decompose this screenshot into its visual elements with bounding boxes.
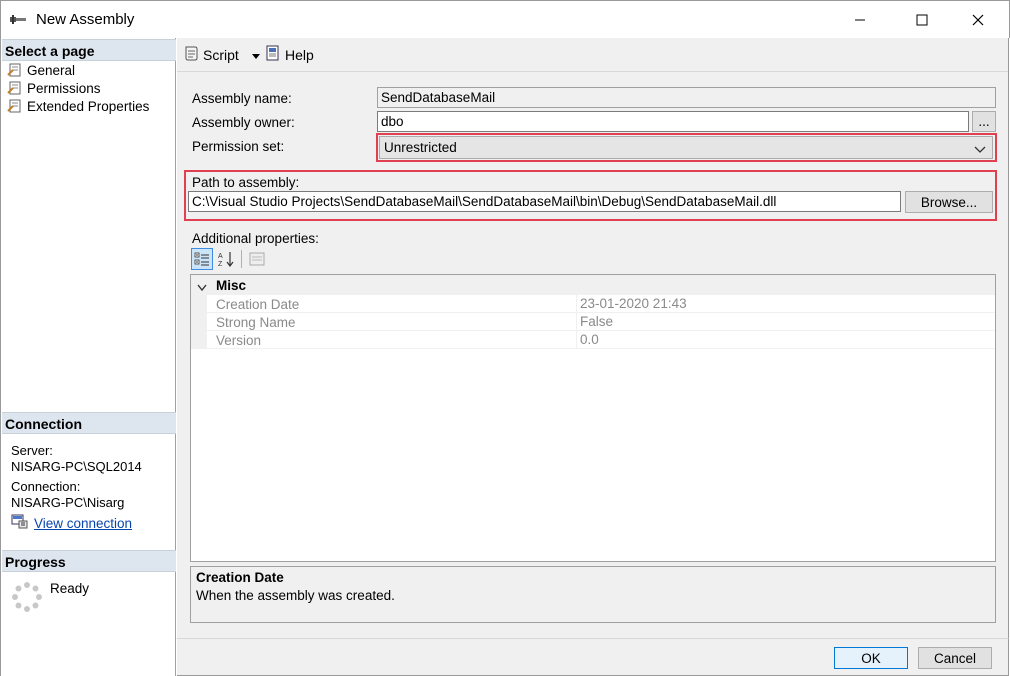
description-text: When the assembly was created. <box>196 588 395 603</box>
property-row[interactable]: Strong Name False <box>191 313 995 331</box>
path-to-assembly-label: Path to assembly: <box>192 175 300 190</box>
column-divider <box>576 331 577 349</box>
server-value: NISARG-PC\SQL2014 <box>11 459 142 474</box>
dropdown-arrow-icon[interactable] <box>251 47 261 63</box>
page-wrench-icon <box>7 81 23 95</box>
connection-properties-icon <box>11 514 28 532</box>
toolbar: Script Help <box>177 38 1008 72</box>
maximize-icon <box>916 14 928 26</box>
progress-spinner-icon <box>11 581 43 616</box>
row-gutter <box>191 295 207 313</box>
sort-alphabetical-icon: AZ <box>218 252 234 267</box>
svg-text:Z: Z <box>218 261 223 267</box>
property-grid: Misc Creation Date 23-01-2020 21:43 Stro… <box>190 274 996 562</box>
property-pages-button[interactable] <box>246 248 268 270</box>
assembly-owner-label: Assembly owner: <box>192 115 295 130</box>
view-connection-link[interactable]: View connection <box>11 514 132 532</box>
chevron-down-icon <box>974 142 986 157</box>
server-label: Server: <box>11 443 53 458</box>
page-item-label: General <box>27 62 76 78</box>
assembly-owner-field[interactable]: dbo <box>377 111 969 132</box>
additional-properties-label: Additional properties: <box>192 231 319 246</box>
view-connection-label: View connection <box>34 515 133 531</box>
progress-header: Progress <box>2 550 176 572</box>
property-name: Creation Date <box>216 297 300 312</box>
assembly-icon <box>9 13 29 27</box>
property-name: Version <box>216 333 262 348</box>
page-wrench-icon <box>7 63 23 77</box>
toolbar-separator <box>241 250 242 268</box>
row-gutter <box>191 313 207 331</box>
page-item-general[interactable]: General <box>7 61 75 79</box>
category-label: Misc <box>216 278 247 293</box>
page-item-extended-properties[interactable]: Extended Properties <box>7 97 149 115</box>
ok-button[interactable]: OK <box>834 647 908 669</box>
property-value: 0.0 <box>580 332 599 347</box>
description-title: Creation Date <box>196 570 284 585</box>
minimize-icon <box>855 19 865 21</box>
title-bar: New Assembly <box>0 0 1010 38</box>
script-label: Script <box>203 46 239 63</box>
close-button[interactable] <box>955 1 1001 39</box>
page-item-label: Permissions <box>27 80 101 96</box>
categorized-button[interactable] <box>191 248 213 270</box>
left-pane: Select a page General Permissions Extend… <box>0 38 176 676</box>
property-value: 23-01-2020 21:43 <box>580 296 687 311</box>
main-panel: Script Help Assembly name: SendDatabaseM… <box>177 38 1009 638</box>
help-book-icon <box>265 45 281 64</box>
row-gutter <box>191 331 207 349</box>
permission-set-label: Permission set: <box>192 139 285 154</box>
property-name: Strong Name <box>216 315 296 330</box>
assembly-name-label: Assembly name: <box>192 91 292 106</box>
browse-button[interactable]: Browse... <box>905 191 993 213</box>
property-description-panel: Creation Date When the assembly was crea… <box>190 566 996 623</box>
alphabetical-button[interactable]: AZ <box>215 248 237 270</box>
permission-set-dropdown[interactable]: Unrestricted <box>379 136 993 159</box>
collapse-chevron-icon[interactable] <box>197 280 207 295</box>
owner-browse-button[interactable]: ... <box>972 111 996 132</box>
script-button[interactable]: Script <box>183 45 261 64</box>
page-item-permissions[interactable]: Permissions <box>7 79 101 97</box>
categorized-icon <box>194 252 209 266</box>
assembly-name-field[interactable]: SendDatabaseMail <box>377 87 996 108</box>
property-value: False <box>580 314 614 329</box>
property-row[interactable]: Version 0.0 <box>191 331 995 349</box>
connection-value: NISARG-PC\Nisarg <box>11 495 125 510</box>
help-label: Help <box>285 46 314 63</box>
page-item-label: Extended Properties <box>27 98 150 114</box>
window-title: New Assembly <box>36 11 135 28</box>
select-page-header: Select a page <box>2 39 176 61</box>
minimize-button[interactable] <box>837 1 883 39</box>
permission-set-value: Unrestricted <box>384 140 457 155</box>
progress-status: Ready <box>50 581 90 596</box>
help-button[interactable]: Help <box>265 45 314 64</box>
script-icon <box>183 45 199 64</box>
path-to-assembly-field[interactable]: C:\Visual Studio Projects\SendDatabaseMa… <box>188 191 901 212</box>
property-pages-icon <box>249 252 265 266</box>
svg-text:A: A <box>218 253 223 260</box>
maximize-button[interactable] <box>899 1 945 39</box>
connection-header: Connection <box>2 412 176 434</box>
property-row[interactable]: Creation Date 23-01-2020 21:43 <box>191 295 995 313</box>
column-divider <box>576 313 577 331</box>
cancel-button[interactable]: Cancel <box>918 647 992 669</box>
connection-label: Connection: <box>11 479 81 494</box>
page-wrench-icon <box>7 99 23 113</box>
property-grid-toolbar: AZ <box>191 248 268 270</box>
property-category-misc[interactable]: Misc <box>191 275 995 295</box>
column-divider <box>576 295 577 313</box>
close-icon <box>972 14 984 26</box>
dialog-footer: OK Cancel <box>177 638 1009 676</box>
